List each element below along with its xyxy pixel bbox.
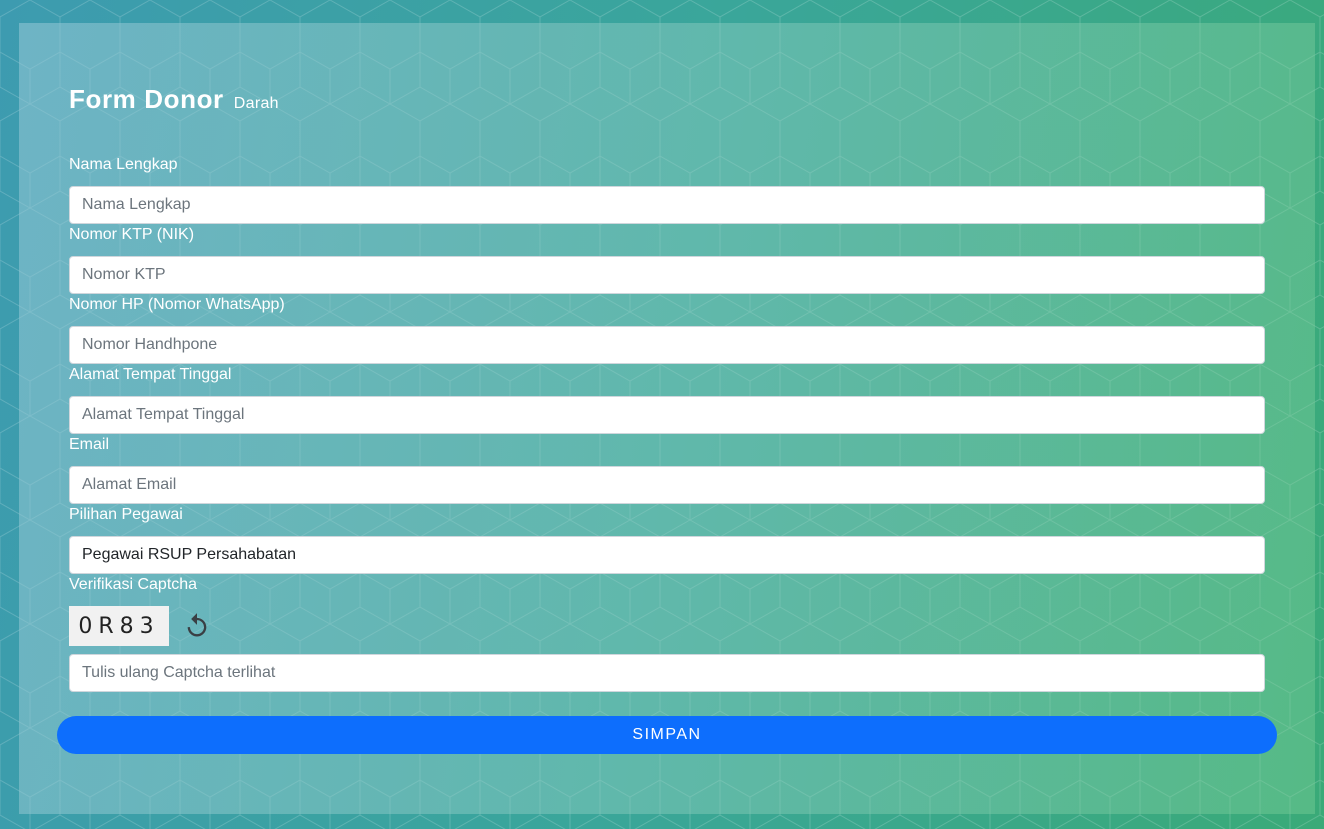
form-header: Form Donor Darah [69, 84, 279, 115]
phone-number-input[interactable] [69, 326, 1265, 364]
captcha-image: 0R83 [69, 606, 169, 646]
phone-number-label: Nomor HP (Nomor WhatsApp) [69, 296, 285, 313]
email-input[interactable] [69, 466, 1265, 504]
ktp-number-label: Nomor KTP (NIK) [69, 226, 195, 243]
captcha-code: 0R83 [78, 613, 160, 639]
full-name-input[interactable] [69, 186, 1265, 224]
captcha-input[interactable] [69, 654, 1265, 692]
employee-select-value: Pegawai RSUP Persahabatan [82, 546, 297, 563]
employee-select-label: Pilihan Pegawai [69, 506, 183, 523]
email-label: Email [69, 436, 110, 453]
page-title: Form Donor [69, 84, 224, 114]
save-button[interactable]: SIMPAN [57, 716, 1277, 754]
full-name-label: Nama Lengkap [69, 156, 178, 173]
address-input[interactable] [69, 396, 1265, 434]
page-subtitle: Darah [233, 95, 279, 112]
captcha-label: Verifikasi Captcha [69, 576, 198, 593]
refresh-icon[interactable] [183, 612, 211, 640]
employee-select[interactable]: Pegawai RSUP Persahabatan [69, 536, 1265, 574]
address-label: Alamat Tempat Tinggal [69, 366, 232, 383]
ktp-number-input[interactable] [69, 256, 1265, 294]
